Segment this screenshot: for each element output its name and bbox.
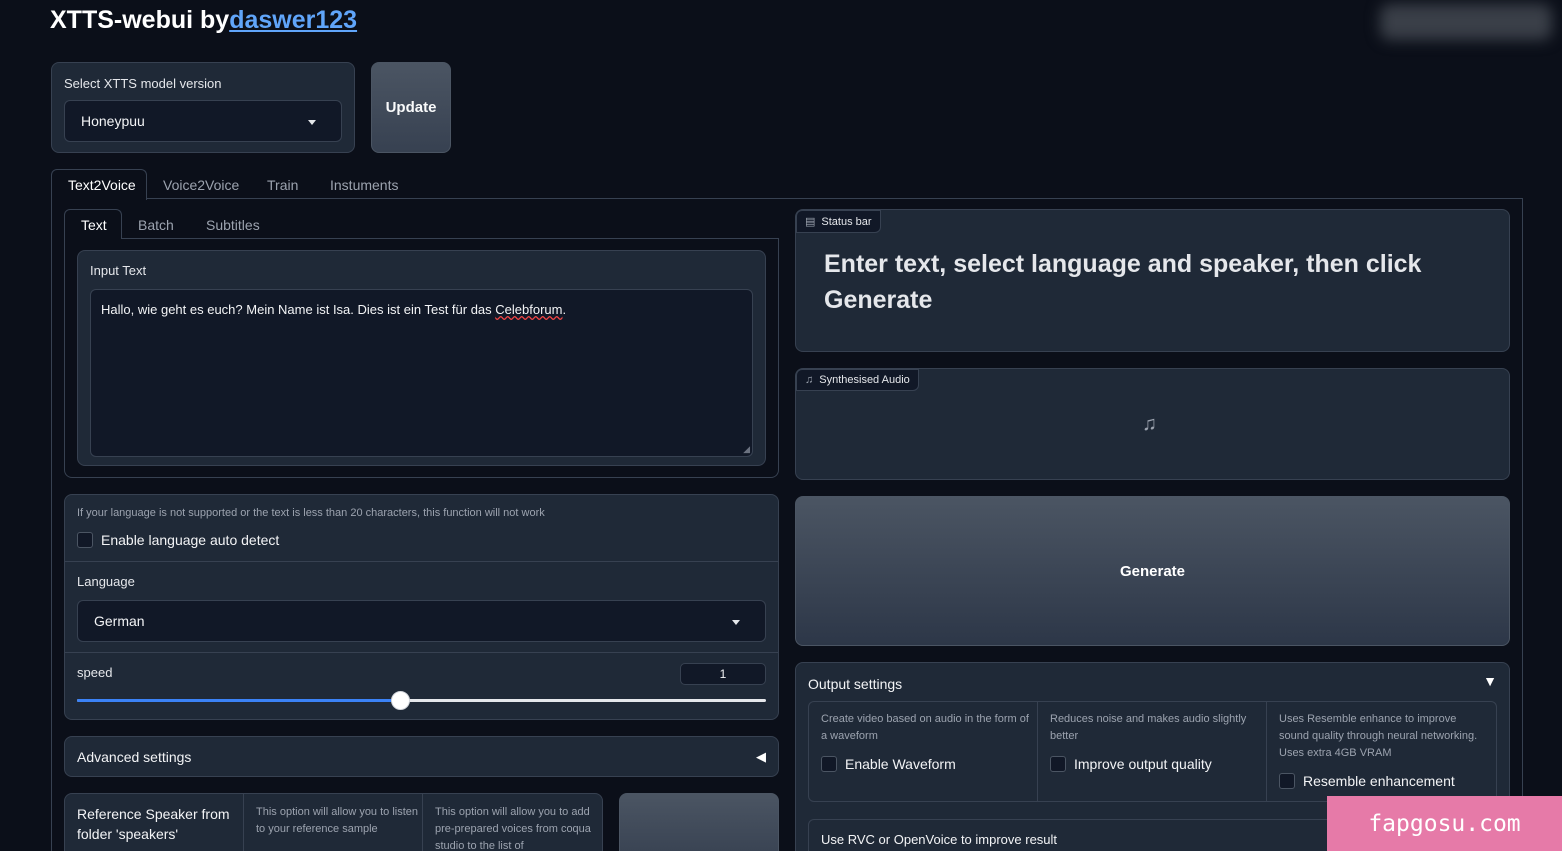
tab-instruments[interactable]: Instuments [330, 177, 398, 193]
resemble-label[interactable]: Resemble enhancement [1303, 773, 1455, 789]
speed-slider-thumb[interactable] [390, 691, 410, 710]
language-divider [65, 561, 778, 562]
output-options-group: Create video based on audio in the form … [808, 701, 1497, 802]
audio-placeholder-music-icon: ♫ [1142, 413, 1157, 435]
update-button[interactable]: Update [371, 62, 451, 153]
language-dropdown-value: German [94, 613, 145, 629]
synthesised-audio-title: Synthesised Audio [819, 374, 910, 386]
blurred-region [1380, 4, 1552, 40]
tab-subtitles[interactable]: Subtitles [206, 217, 260, 233]
input-text-panel: Input Text Hallo, wie geht es euch? Mein… [77, 250, 766, 466]
reference-speaker-label: Reference Speaker from folder 'speakers' [77, 806, 230, 842]
collapse-arrow-icon[interactable]: ◀ [756, 749, 766, 765]
tab-batch[interactable]: Batch [138, 217, 174, 233]
tab-text[interactable]: Text [64, 209, 122, 239]
output-option-waveform: Create video based on audio in the form … [809, 702, 1038, 801]
synthesised-audio-label: ♫ Synthesised Audio [796, 369, 919, 391]
waveform-checkbox[interactable] [821, 756, 837, 772]
synthesised-audio-panel: ♫ Synthesised Audio ♫ [795, 368, 1510, 480]
watermark: fapgosu.com [1327, 796, 1562, 851]
output-option-quality: Reduces noise and makes audio slightly b… [1038, 702, 1267, 801]
reference-speaker-panel: Reference Speaker from folder 'speakers'… [64, 793, 603, 851]
textbox-icon: ▤ [805, 216, 816, 228]
status-message: Enter text, select language and speaker,… [824, 250, 1422, 314]
reference-divider-2 [422, 794, 423, 851]
model-dropdown-value: Honeypuu [81, 113, 145, 129]
resemble-info: Uses Resemble enhance to improve sound q… [1279, 713, 1478, 759]
input-text-misspelled: Celebforum [495, 302, 563, 317]
app-title: XTTS-webui bydaswer123 [50, 6, 357, 35]
output-option-resemble: Uses Resemble enhance to improve sound q… [1267, 702, 1496, 801]
speed-divider [65, 652, 778, 653]
tab-train[interactable]: Train [267, 177, 298, 193]
speed-slider-track[interactable] [77, 691, 766, 710]
generate-button[interactable]: Generate [795, 496, 1510, 646]
advanced-settings-label: Advanced settings [77, 749, 192, 765]
chevron-down-icon [732, 620, 740, 625]
chevron-down-icon [308, 120, 316, 125]
quality-checkbox[interactable] [1050, 756, 1066, 772]
input-text-value-end: . [562, 302, 567, 317]
speed-number-input[interactable]: 1 [680, 663, 766, 685]
model-dropdown[interactable]: Honeypuu [64, 100, 342, 142]
quality-info: Reduces noise and makes audio slightly b… [1050, 713, 1247, 742]
author-link[interactable]: daswer123 [229, 6, 357, 34]
output-settings-label[interactable]: Output settings [808, 676, 902, 692]
speed-label: speed [77, 665, 113, 680]
input-text-label: Input Text [90, 263, 147, 278]
language-dropdown[interactable]: German [77, 600, 766, 642]
input-text-area[interactable]: Hallo, wie geht es euch? Mein Name ist I… [90, 289, 753, 457]
waveform-info: Create video based on audio in the form … [821, 713, 1029, 742]
rvc-label: Use RVC or OpenVoice to improve result [821, 832, 1058, 847]
tab-text2voice[interactable]: Text2Voice [51, 169, 147, 200]
status-bar-title: Status bar [821, 215, 872, 228]
language-panel: If your language is not supported or the… [64, 494, 779, 720]
quality-label[interactable]: Improve output quality [1074, 756, 1212, 772]
auto-detect-checkbox[interactable] [77, 532, 93, 548]
language-label: Language [77, 574, 135, 589]
advanced-settings-accordion[interactable]: Advanced settings ◀ [64, 736, 779, 777]
resize-handle-icon[interactable]: ◢ [743, 444, 750, 455]
model-selector-label: Select XTTS model version [64, 76, 222, 91]
expand-arrow-icon[interactable]: ▼ [1483, 673, 1497, 689]
app-title-prefix: XTTS-webui by [50, 6, 230, 34]
speed-value: 1 [719, 667, 727, 681]
reference-divider-1 [243, 794, 244, 851]
waveform-label[interactable]: Enable Waveform [845, 756, 956, 772]
auto-detect-info: If your language is not supported or the… [77, 507, 545, 519]
reference-info-coqui: This option will allow you to add pre-pr… [435, 806, 591, 851]
status-bar-label: ▤ Status bar [796, 210, 881, 233]
resemble-checkbox[interactable] [1279, 773, 1295, 789]
auto-detect-label[interactable]: Enable language auto detect [101, 532, 279, 548]
reference-info-listen: This option will allow you to listen to … [256, 806, 419, 835]
input-text-value: Hallo, wie geht es euch? Mein Name ist I… [101, 302, 496, 317]
reference-action-button[interactable] [619, 793, 779, 851]
status-bar-panel: ▤ Status bar Enter text, select language… [795, 209, 1510, 352]
tab-voice2voice[interactable]: Voice2Voice [163, 177, 239, 193]
music-note-icon: ♫ [805, 374, 814, 386]
model-selector-panel: Select XTTS model version Honeypuu [51, 62, 355, 153]
speed-slider-fill [77, 699, 401, 702]
